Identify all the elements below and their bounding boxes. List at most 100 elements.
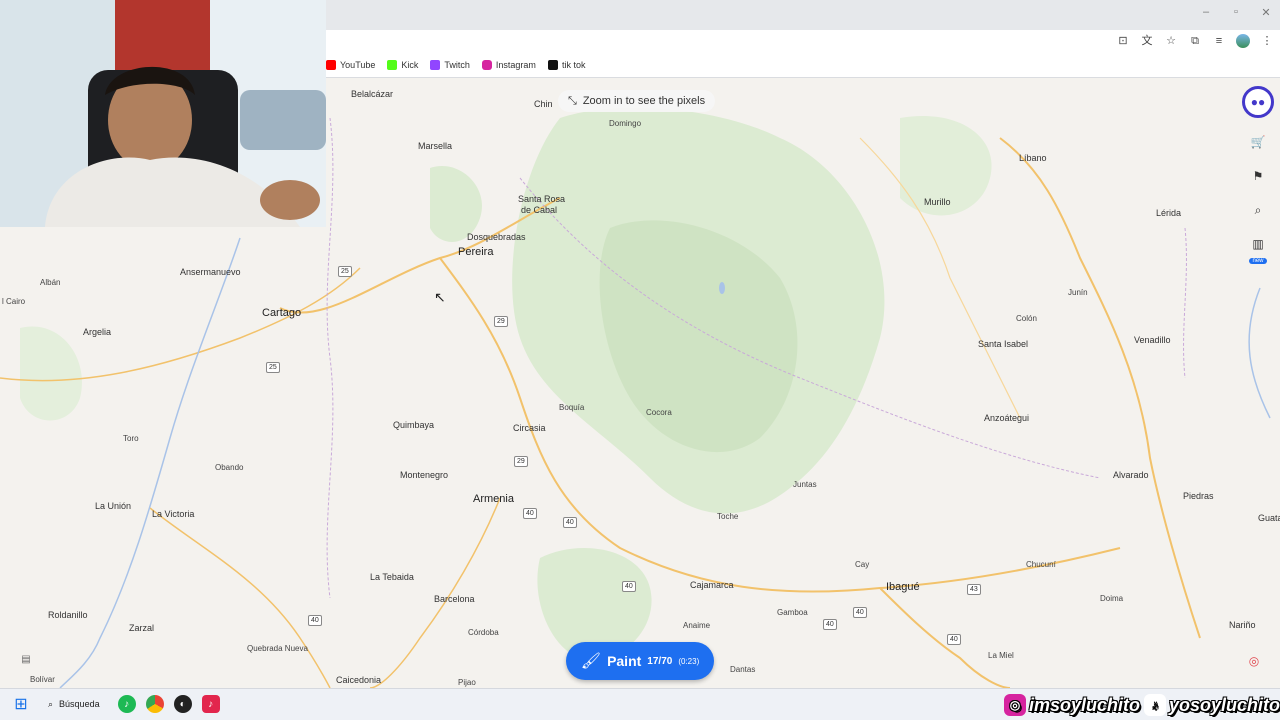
road-shield: 25 <box>266 362 280 373</box>
map-place-label: Doima <box>1100 594 1124 603</box>
map-place-label: La Miel <box>988 651 1014 660</box>
social-handles-overlay: ◎ imsoyluchito ♪ yosoyluchito <box>1003 689 1280 720</box>
layers-icon[interactable]: ▤ <box>18 654 34 670</box>
bookmark-twitch[interactable]: Twitch <box>430 60 470 70</box>
bookmark-star-icon[interactable]: ☆ <box>1164 34 1178 48</box>
install-app-icon[interactable]: ⊡ <box>1116 34 1130 48</box>
brush-icon: 🖌 <box>580 653 602 670</box>
map-place-label: Pereira <box>458 246 494 258</box>
reading-list-icon[interactable]: ≡ <box>1212 34 1226 48</box>
zoom-icon: ⤡ <box>568 94 577 107</box>
instagram-handle: ◎ imsoyluchito <box>1003 694 1140 716</box>
map-place-label: Alvarado <box>1113 470 1149 480</box>
road-shield: 40 <box>853 607 867 618</box>
map-place-label: de Cabal <box>521 205 558 215</box>
map-place-label: Ibagué <box>886 581 920 593</box>
map-place-label: Santa Isabel <box>978 339 1029 349</box>
map-place-label: Venadillo <box>1134 335 1171 345</box>
extensions-icon[interactable]: ⧉ <box>1188 34 1202 48</box>
taskbar-search[interactable]: ⌕ Búsqueda <box>40 699 108 710</box>
map-place-label: Marsella <box>418 141 453 151</box>
map-place-label: La Unión <box>95 501 132 511</box>
road-shield: 40 <box>523 508 537 519</box>
search-location-icon[interactable]: ⌕ <box>1248 200 1268 220</box>
spotify-icon[interactable]: ♪ <box>117 695 136 713</box>
map-place-label: Bolívar <box>30 675 55 684</box>
paint-label: Paint <box>607 653 642 669</box>
map-place-label: l Cairo <box>2 297 26 306</box>
map-place-label: Gamboa <box>777 608 808 617</box>
map-place-label: Toche <box>717 512 739 521</box>
instagram-icon <box>481 60 492 70</box>
map-place-label: Chin <box>534 99 553 109</box>
locate-me-icon[interactable]: ◎ <box>1246 654 1262 670</box>
maximize-button[interactable]: ▫ <box>1228 6 1244 19</box>
store-cart-icon[interactable]: 🛒 <box>1248 132 1268 152</box>
map-place-label: Argelia <box>83 327 112 337</box>
map-place-label: Cajamarca <box>690 580 734 590</box>
map-place-label: Juntas <box>793 480 817 489</box>
road-shield: 29 <box>494 316 508 327</box>
tiktok-app-icon[interactable]: ♪ <box>201 695 220 713</box>
map-place-label: Toro <box>123 434 139 443</box>
map-place-label: Albán <box>40 278 61 287</box>
bookmark-label: Instagram <box>495 60 536 70</box>
obs-icon[interactable]: ◐ <box>173 695 192 713</box>
map-place-label: La Victoria <box>152 509 195 519</box>
map-place-label: Quebrada Nueva <box>247 644 308 653</box>
bookmark-label: YouTube <box>340 60 376 70</box>
map-place-label: Caicedonia <box>336 675 382 685</box>
paint-button[interactable]: 🖌 Paint 17/70 (0:23) <box>566 642 714 680</box>
webcam-overlay <box>0 0 326 227</box>
map-place-label: Dosquebradas <box>467 232 526 242</box>
os-taskbar: ⊞ ⌕ Búsqueda ♪ ◐ ♪ ◎ imsoyluchito ♪ yoso… <box>0 688 1280 720</box>
bookmark-tiktok[interactable]: tik tok <box>547 60 585 70</box>
webcam-person-image <box>0 0 326 227</box>
map-place-label: Murillo <box>924 197 951 207</box>
road-shield: 40 <box>622 581 636 592</box>
bookmark-label: Twitch <box>444 60 470 70</box>
map-place-label: Obando <box>215 463 244 472</box>
map-place-label: Piedras <box>1183 491 1214 501</box>
map-place-label: Cocora <box>646 408 672 417</box>
search-icon: ⌕ <box>48 698 54 709</box>
map-place-label: Dantas <box>730 665 756 674</box>
map-place-label: Anaime <box>683 621 711 630</box>
map-place-label: Líbano <box>1019 153 1047 163</box>
road-shield: 40 <box>563 517 577 528</box>
tiktok-icon <box>547 60 558 70</box>
toolbar-icons: ⊡ 文 ☆ ⧉ ≡ ⋮ <box>1116 34 1274 48</box>
menu-kebab-icon[interactable]: ⋮ <box>1260 34 1274 48</box>
minimize-button[interactable]: – <box>1198 6 1214 19</box>
road-shield: 29 <box>514 456 528 467</box>
translate-icon[interactable]: 文 <box>1140 34 1154 48</box>
windows-start-icon[interactable]: ⊞ <box>12 695 30 713</box>
road-shield: 40 <box>947 634 961 645</box>
map-place-label: Nariño <box>1229 620 1256 630</box>
map-place-label: Roldanillo <box>48 610 88 620</box>
map-place-label: Cartago <box>262 307 302 319</box>
wplace-logo-icon[interactable]: ●● <box>1242 86 1274 118</box>
map-place-label: Chucuní <box>1026 560 1056 569</box>
bookmark-kick[interactable]: Kick <box>387 60 418 70</box>
tiktok-handle-text: yosoyluchito <box>1168 694 1280 715</box>
profile-avatar[interactable] <box>1236 34 1250 48</box>
close-button[interactable]: ✕ <box>1258 6 1274 19</box>
map-place-label: Quimbaya <box>393 420 435 430</box>
map-place-label: Zarzal <box>129 623 155 633</box>
map-place-label: Pijao <box>458 678 476 687</box>
leaderboard-icon[interactable]: ▥ <box>1248 234 1268 254</box>
map-place-label: Armenia <box>473 493 514 505</box>
window-controls: – ▫ ✕ <box>1198 6 1274 19</box>
map-toolbar: ●● 🛒 ⚑ ⌕ ▥ new <box>1242 86 1274 264</box>
alliance-icon[interactable]: ⚑ <box>1248 166 1268 186</box>
paint-charges: 17/70 <box>647 655 673 667</box>
zoom-hint-text: Zoom in to see the pixels <box>582 95 706 107</box>
bookmark-instagram[interactable]: Instagram <box>481 60 536 70</box>
bookmark-youtube[interactable]: YouTube <box>326 60 375 70</box>
chrome-icon[interactable] <box>145 695 164 713</box>
tiktok-icon: ♪ <box>1143 694 1166 716</box>
zoom-hint-pill: ⤡ Zoom in to see the pixels <box>558 90 716 112</box>
map-place-label: Circasia <box>513 423 546 433</box>
map-place-label: Santa Rosa <box>518 194 566 204</box>
